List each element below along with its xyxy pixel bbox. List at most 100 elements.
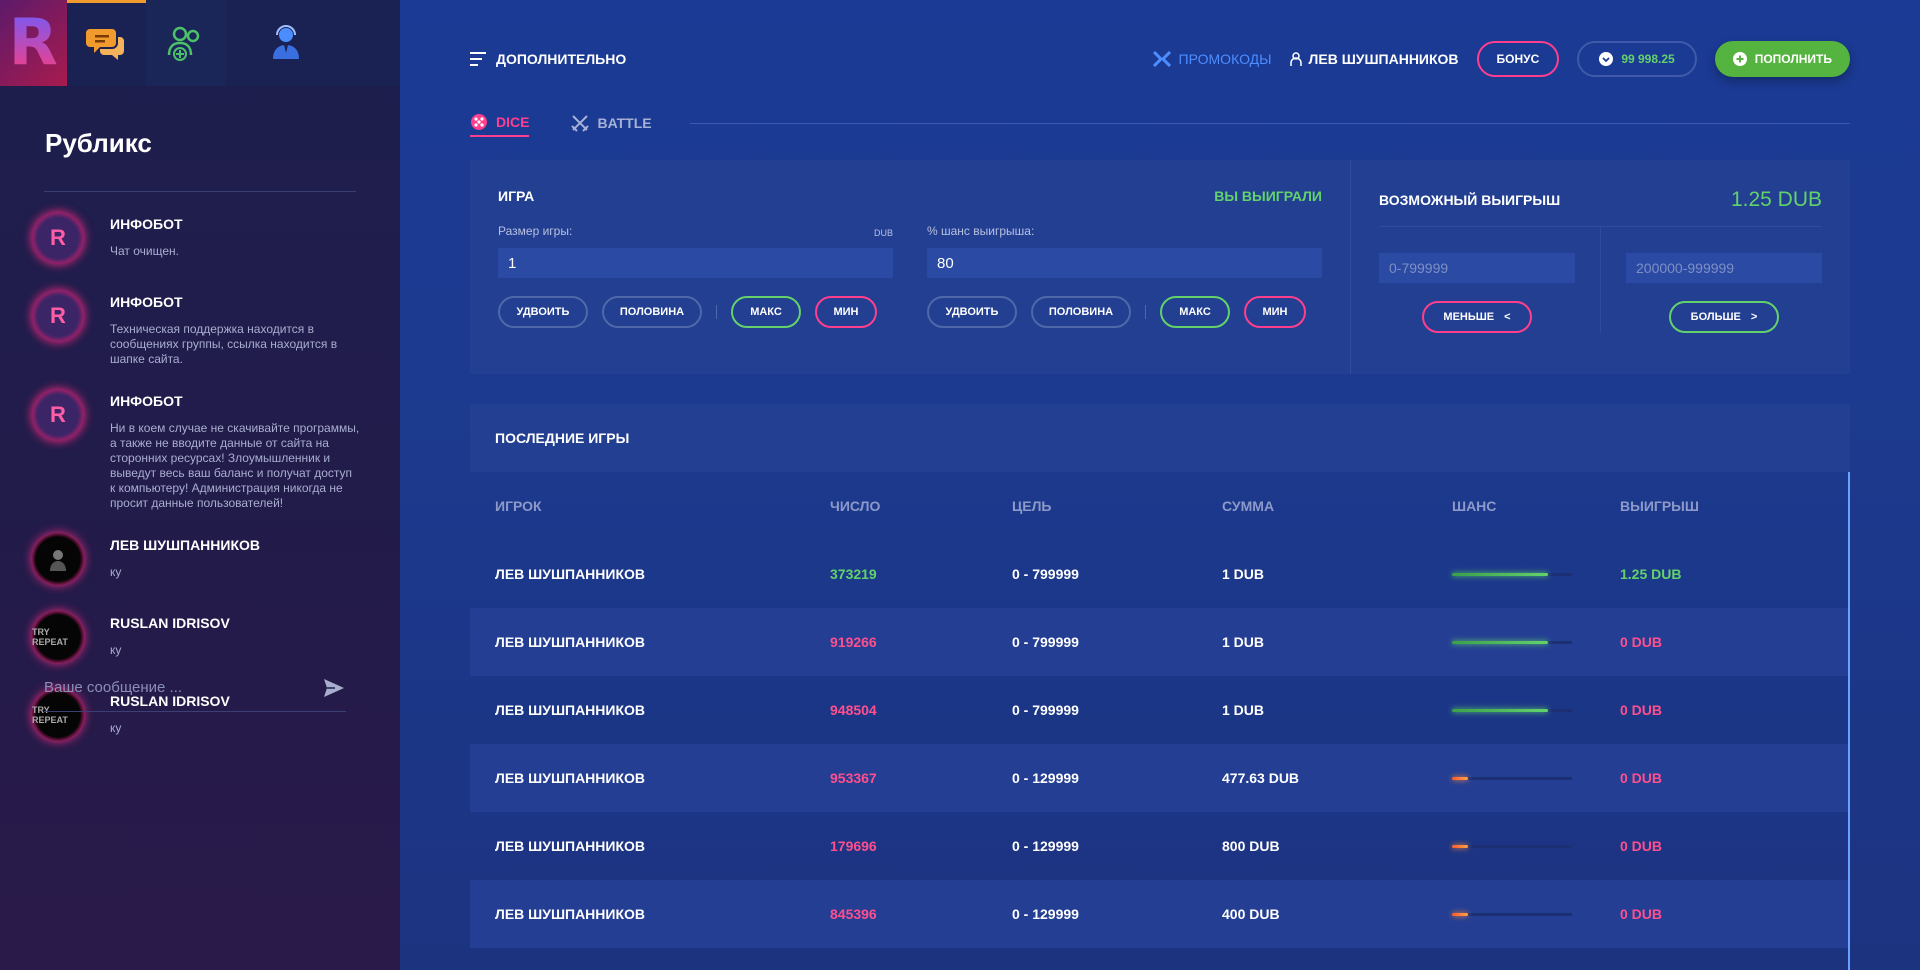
win-amount: 0 DUB — [1620, 634, 1663, 650]
player-name[interactable]: ЛЕВ ШУШПАННИКОВ — [470, 634, 830, 650]
payout-title: ВОЗМОЖНЫЙ ВЫИГРЫШ — [1379, 192, 1561, 208]
logo-icon: R — [8, 6, 58, 80]
bet-half-button[interactable]: ПОЛОВИНА — [602, 296, 702, 328]
win-chance-input[interactable]: 80 — [927, 248, 1322, 278]
chance-cell — [1452, 572, 1620, 576]
more-menu-button[interactable]: ДОПОЛНИТЕЛЬНО — [470, 51, 626, 67]
roll-number: 919266 — [830, 634, 877, 650]
tab-label: BATTLE — [597, 115, 652, 131]
chance-bar — [1452, 572, 1572, 576]
message-author[interactable]: ЛЕВ ШУШПАННИКОВ — [110, 533, 360, 553]
table-row: ЛЕВ ШУШПАННИКОВ 948504 0 - 799999 1 DUB … — [470, 676, 1850, 744]
user-profile-link[interactable]: ЛЕВ ШУШПАННИКОВ — [1289, 51, 1459, 67]
avatar[interactable]: R — [32, 290, 84, 342]
less-arrow-icon: < — [1504, 311, 1511, 323]
win-amount: 1.25 DUB — [1620, 566, 1682, 582]
chance-cell — [1452, 640, 1620, 644]
chance-double-button[interactable]: УДВОИТЬ — [927, 296, 1017, 328]
high-range-display: 200000-999999 — [1626, 253, 1822, 283]
top-bar: ДОПОЛНИТЕЛЬНО ПРОМОКОДЫ ЛЕВ ШУШПАННИКОВ … — [470, 40, 1850, 78]
table-row: ЛЕВ ШУШПАННИКОВ 179696 0 - 129999 800 DU… — [470, 812, 1850, 880]
tab-friends[interactable] — [146, 0, 226, 86]
bet-double-button[interactable]: УДВОИТЬ — [498, 296, 588, 328]
bet-min-button[interactable]: МИН — [815, 296, 877, 328]
last-games-section: ПОСЛЕДНИЕ ИГРЫ ИГРОК ЧИСЛО ЦЕЛЬ СУММА ША… — [470, 404, 1850, 970]
message-text: ку — [110, 565, 122, 579]
bet-unit: DUB — [873, 228, 893, 238]
chat-sidebar: R Рубликс R ИНФОБОТ Чат очищен. R ИНФОБО… — [0, 0, 400, 970]
support-agent-icon — [272, 25, 299, 59]
bet-max-button[interactable]: МАКС — [731, 296, 801, 328]
chat-message: R ИНФОБОТ Техническая поддержка находитс… — [0, 290, 400, 367]
chance-max-button[interactable]: МАКС — [1160, 296, 1230, 328]
scrollbar[interactable] — [1848, 472, 1850, 970]
divider — [716, 305, 717, 319]
user-photo-icon — [50, 550, 66, 571]
tab-battle[interactable]: BATTLE — [571, 109, 652, 137]
plus-icon — [1732, 52, 1747, 66]
logo[interactable]: R — [0, 0, 67, 86]
table-row: ЛЕВ ШУШПАННИКОВ 845396 0 - 129999 400 DU… — [470, 880, 1850, 948]
tab-dice[interactable]: DICE — [470, 109, 530, 137]
bet-size-label: Размер игры: — [498, 224, 573, 238]
avatar[interactable]: TRY REPEAT — [32, 611, 84, 663]
message-author[interactable]: ИНФОБОТ — [110, 290, 360, 310]
roll-number: 845396 — [830, 906, 877, 922]
deposit-button[interactable]: ПОПОЛНИТЬ — [1714, 41, 1850, 77]
send-icon[interactable] — [322, 676, 346, 700]
chance-min-button[interactable]: МИН — [1244, 296, 1306, 328]
balance-value: 99 998.25 — [1621, 52, 1675, 66]
payout-value: 1.25 DUB — [1730, 188, 1822, 211]
player-name[interactable]: ЛЕВ ШУШПАННИКОВ — [470, 770, 830, 786]
chat-message-input[interactable] — [44, 679, 284, 696]
deposit-label: ПОПОЛНИТЬ — [1754, 52, 1832, 66]
chance-bar-fill — [1452, 708, 1548, 712]
more-arrow-icon: > — [1750, 311, 1758, 323]
avatar[interactable] — [32, 533, 84, 585]
user-name: ЛЕВ ШУШПАННИКОВ — [1308, 51, 1459, 67]
target-range: 0 - 129999 — [1012, 906, 1079, 922]
win-amount: 0 DUB — [1620, 702, 1663, 718]
roll-number: 373219 — [830, 566, 877, 582]
table-row: ЛЕВ ШУШПАННИКОВ 919266 0 - 799999 1 DUB … — [470, 608, 1850, 676]
top-bar-actions: ПРОМОКОДЫ ЛЕВ ШУШПАННИКОВ БОНУС 99 998.2… — [1152, 41, 1850, 77]
divider — [689, 122, 1850, 124]
target-range: 0 - 799999 — [1012, 566, 1079, 582]
tab-support[interactable] — [225, 0, 400, 86]
message-author[interactable]: ИНФОБОТ — [110, 389, 360, 409]
chance-cell — [1452, 708, 1620, 712]
balance-dropdown[interactable]: 99 998.25 — [1577, 41, 1697, 77]
bet-size-input[interactable]: 1 — [498, 248, 893, 278]
promo-codes-link[interactable]: ПРОМОКОДЫ — [1152, 51, 1272, 67]
player-name[interactable]: ЛЕВ ШУШПАННИКОВ — [470, 566, 830, 582]
less-label: МЕНЬШЕ — [1443, 311, 1495, 323]
chance-bar — [1452, 912, 1572, 916]
message-text: ку — [110, 721, 122, 735]
chance-bar — [1452, 776, 1572, 780]
bonus-button[interactable]: БОНУС — [1476, 41, 1560, 77]
chat-message: R ИНФОБОТ Чат очищен. — [0, 212, 400, 268]
player-name[interactable]: ЛЕВ ШУШПАННИКОВ — [470, 702, 830, 718]
chance-cell — [1452, 912, 1620, 916]
message-text: Чат очищен. — [110, 244, 179, 258]
bet-less-button[interactable]: МЕНЬШЕ < — [1422, 301, 1532, 333]
chance-half-button[interactable]: ПОЛОВИНА — [1031, 296, 1131, 328]
player-name[interactable]: ЛЕВ ШУШПАННИКОВ — [470, 838, 830, 854]
game-title: ИГРА — [498, 188, 535, 204]
dice-game-panel: ИГРА ВЫ ВЫИГРАЛИ Размер игры: DUB 1 УДВО… — [470, 160, 1850, 374]
avatar[interactable]: R — [32, 389, 84, 441]
avatar[interactable]: R — [32, 212, 84, 264]
roll-number: 948504 — [830, 702, 877, 718]
bet-sum: 1 DUB — [1222, 634, 1265, 650]
column-header: ЧИСЛО — [830, 498, 881, 514]
message-author[interactable]: RUSLAN IDRISOV — [110, 611, 360, 631]
message-author[interactable]: ИНФОБОТ — [110, 212, 360, 232]
player-name[interactable]: ЛЕВ ШУШПАННИКОВ — [470, 906, 830, 922]
tab-chat[interactable] — [66, 0, 147, 86]
bet-more-button[interactable]: БОЛЬШЕ > — [1669, 301, 1779, 333]
chance-bar — [1452, 640, 1572, 644]
target-range: 0 - 799999 — [1012, 702, 1079, 718]
chat-title: Рубликс — [45, 128, 152, 158]
target-range: 0 - 129999 — [1012, 770, 1079, 786]
game-tabs: DICE BATTLE — [470, 108, 1850, 138]
